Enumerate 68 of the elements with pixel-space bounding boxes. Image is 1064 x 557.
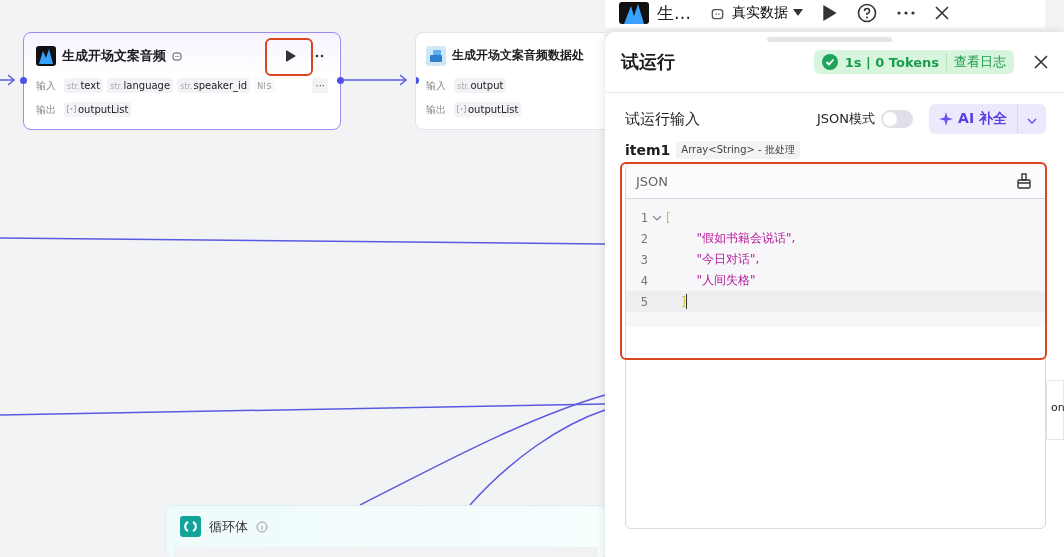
parameter-tag: outputList — [454, 102, 522, 118]
help-icon[interactable] — [857, 3, 877, 23]
json-mode-label: JSON模式 — [817, 110, 876, 128]
input-label: 输入 — [36, 78, 56, 93]
workflow-node[interactable]: 生成开场文案音频数据处 输入 str.output 输出 outputList — [415, 32, 605, 130]
drag-handle[interactable] — [767, 37, 892, 42]
line-number: 3 — [639, 252, 648, 267]
node-title: 生成开场文案音频 — [62, 46, 166, 65]
code-line: [ — [666, 210, 671, 225]
data-mode-dropdown[interactable]: 真实数据 — [732, 4, 803, 22]
node-title: 生… — [657, 1, 691, 25]
node-title: 生成开场文案音频数据处 — [452, 47, 584, 65]
code-line: "人间失格" — [695, 272, 756, 289]
sparkle-icon — [939, 112, 954, 126]
parameter-tag: str.language — [107, 78, 174, 94]
connector-arrow — [343, 74, 408, 86]
line-number: 5 — [639, 294, 648, 309]
input-label: 输入 — [426, 78, 446, 93]
output-label: 输出 — [36, 102, 56, 117]
info-icon — [256, 520, 268, 533]
node-title: on — [1051, 401, 1064, 414]
connection-port[interactable] — [337, 77, 344, 84]
panel-title: 试运行 — [621, 50, 675, 74]
loop-icon — [180, 516, 201, 537]
parameter-tag: outputList — [64, 102, 132, 118]
array-icon — [67, 105, 76, 114]
close-icon[interactable] — [1034, 55, 1048, 69]
code-line: ] — [680, 294, 686, 309]
play-icon — [286, 49, 296, 62]
caret-icon — [793, 9, 803, 17]
brush-icon[interactable] — [1017, 173, 1031, 189]
line-number: 4 — [639, 273, 648, 288]
data-logo-icon — [426, 45, 446, 66]
editor-language: JSON — [636, 173, 669, 189]
success-icon — [821, 54, 838, 70]
array-icon — [457, 105, 466, 114]
parameter-tag: Nl s — [254, 78, 275, 94]
code-editor[interactable]: JSON 1 [ 2 "假如书籍会说话", 3 "今日对话", 4 "人间失格" 5 ] — [625, 163, 1046, 529]
code-line: "假如书籍会说话", — [695, 230, 796, 247]
robot-icon — [711, 6, 724, 20]
chevron-down-icon — [1027, 117, 1037, 124]
workflow-node[interactable]: on — [1046, 380, 1064, 440]
node-title: 循环体 — [209, 517, 248, 536]
connector-arrow — [0, 74, 16, 86]
parameter-tag: str.output — [454, 78, 507, 94]
connection-port[interactable] — [20, 77, 27, 84]
json-mode-toggle[interactable] — [881, 110, 914, 128]
close-icon[interactable] — [935, 6, 949, 20]
play-icon[interactable] — [823, 5, 837, 21]
fold-icon[interactable] — [652, 214, 662, 221]
section-title: 试运行输入 — [625, 109, 700, 129]
robot-icon — [172, 50, 182, 61]
run-result: 1s | 0 Tokens — [844, 54, 939, 70]
field-name: item1 — [625, 142, 671, 158]
workflow-node[interactable]: 生成开场文案音频 输入 str.text str.language str.speaker_id Nl s ··· 输出 outputList — [23, 32, 341, 130]
field-type-tag: Array<String> - 批处理 — [676, 141, 800, 159]
line-number: 2 — [639, 231, 648, 246]
more-parameters-tag[interactable]: ··· — [312, 78, 328, 94]
audio-logo-icon — [36, 45, 56, 66]
ai-complete-button[interactable]: AI 补全 — [929, 104, 1017, 134]
audio-logo-icon — [619, 2, 649, 24]
line-number: 1 — [639, 210, 648, 225]
loop-node[interactable]: 循环体 — [165, 505, 607, 557]
code-line: "今日对话", — [695, 251, 760, 268]
output-label: 输出 — [426, 102, 446, 117]
more-icon[interactable] — [897, 11, 915, 15]
parameter-tag: str.text — [64, 78, 104, 94]
parameter-tag: str.speaker_id — [177, 78, 251, 94]
